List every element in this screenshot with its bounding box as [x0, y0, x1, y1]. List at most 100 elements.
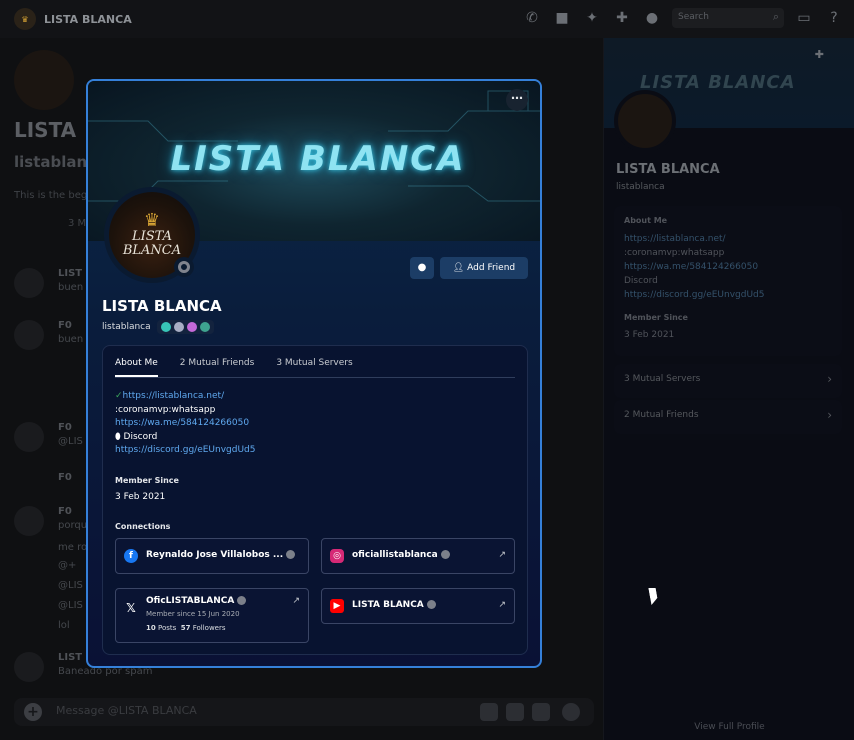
profile-tabs: About Me 2 Mutual Friends 3 Mutual Serve…: [115, 358, 515, 378]
tab-about-me[interactable]: About Me: [115, 358, 158, 377]
connection-name: OficLISTABLANCA: [146, 596, 247, 606]
discord-invite-link[interactable]: https://discord.gg/eEUnvgdUd5: [115, 444, 255, 458]
attach-plus-icon[interactable]: +: [24, 703, 42, 721]
crown-icon: ♛: [143, 210, 161, 231]
verified-icon: [440, 550, 450, 559]
message-author[interactable]: F0: [58, 320, 72, 331]
side-about-link[interactable]: https://listablanca.net/: [624, 234, 726, 244]
side-about-link[interactable]: https://discord.gg/eEUnvgdUd5: [624, 290, 764, 300]
search-placeholder: Search: [678, 12, 709, 22]
posts-label: Posts: [157, 624, 177, 632]
gift-icon[interactable]: [480, 703, 498, 721]
tab-mutual-servers[interactable]: 3 Mutual Servers: [276, 358, 352, 377]
side-about-link[interactable]: https://wa.me/584124266050: [624, 262, 758, 272]
side-username: listablanca: [616, 182, 665, 192]
add-friend-icon[interactable]: ✚: [815, 48, 824, 61]
message-author[interactable]: LIST: [58, 268, 82, 279]
external-link-icon[interactable]: ↗: [292, 596, 300, 606]
sticker-icon[interactable]: [532, 703, 550, 721]
message-author[interactable]: F0: [58, 422, 72, 433]
boost-badge-icon[interactable]: [186, 322, 197, 332]
connection-stats: 10 Posts 57 Followers: [146, 624, 226, 632]
external-link-icon[interactable]: ↗: [498, 600, 506, 610]
call-icon[interactable]: ✆: [522, 8, 542, 28]
view-full-profile-link[interactable]: View Full Profile: [604, 722, 854, 732]
connection-name-text: OficLISTABLANCA: [146, 596, 235, 606]
message-author[interactable]: LIST: [58, 652, 82, 663]
facebook-icon: f: [124, 549, 138, 563]
connection-youtube[interactable]: ▶ LISTA BLANCA ↗: [321, 588, 515, 624]
followers-label: Followers: [192, 624, 226, 632]
add-friend-button[interactable]: 👤︎ Add Friend: [440, 257, 528, 279]
about-line: :coronamvp:whatsapp: [115, 404, 216, 415]
tab-mutual-friends[interactable]: 2 Mutual Friends: [180, 358, 255, 377]
video-icon[interactable]: ■: [552, 8, 572, 28]
discord-app: ♛ LISTA BLANCA ✆ ■ ✦ ✚ ● Search ⌕ ▭ ? LIS…: [0, 0, 854, 740]
connection-member-since: Member since 15 Jun 2020: [146, 610, 240, 618]
side-display-name: LISTA BLANCA: [616, 162, 720, 177]
checkmark-icon: ✓: [115, 391, 123, 401]
inbox-icon[interactable]: ▭: [794, 8, 814, 28]
avatar[interactable]: [14, 422, 44, 452]
add-person-icon: 👤︎: [452, 263, 468, 273]
side-avatar[interactable]: [614, 90, 676, 152]
verified-icon: [237, 596, 247, 605]
search-icon: ⌕: [772, 10, 779, 23]
member-since-date: 3 Feb 2021: [115, 492, 166, 502]
search-input[interactable]: Search ⌕: [672, 8, 784, 28]
avatar[interactable]: [14, 506, 44, 536]
message-input-placeholder: Message @LISTA BLANCA: [56, 704, 197, 717]
pin-icon[interactable]: ✦: [582, 8, 602, 28]
message-author[interactable]: F0: [58, 472, 72, 483]
avatar[interactable]: [14, 268, 44, 298]
crown-icon: ♛: [21, 14, 29, 24]
side-mutual-servers-row[interactable]: 3 Mutual Servers ›: [614, 364, 842, 398]
status-indicator: [174, 257, 194, 277]
posts-count: 10: [146, 624, 156, 632]
whatsapp-link[interactable]: https://wa.me/584124266050: [115, 417, 255, 431]
connection-facebook[interactable]: f Reynaldo Jose Villalobos ...: [115, 538, 309, 574]
message-input[interactable]: + Message @LISTA BLANCA: [14, 698, 594, 726]
message-author[interactable]: F0: [58, 506, 72, 517]
connection-name-text: LISTA BLANCA: [352, 600, 424, 610]
side-mutual-friends-label: 2 Mutual Friends: [624, 410, 699, 420]
chat-bubble-icon: ●: [417, 262, 427, 273]
connection-name-text: oficiallistablanca: [352, 550, 438, 560]
emoji-icon[interactable]: [562, 703, 580, 721]
website-link[interactable]: https://listablanca.net/: [123, 391, 225, 401]
more-options-icon[interactable]: ⋯: [506, 89, 528, 111]
dm-header-name: LISTA: [14, 118, 77, 142]
connection-name: Reynaldo Jose Villalobos ...: [146, 550, 296, 560]
avatar[interactable]: [14, 320, 44, 350]
message-button[interactable]: ●: [410, 257, 434, 279]
instagram-icon: ◎: [330, 549, 344, 563]
profile-details-panel: About Me 2 Mutual Friends 3 Mutual Serve…: [102, 345, 528, 655]
banner-text: LISTA BLANCA: [170, 139, 466, 179]
quest-badge-icon[interactable]: [199, 322, 210, 332]
add-member-icon[interactable]: ✚: [612, 8, 632, 28]
dm-header-avatar: [14, 50, 74, 110]
external-link-icon[interactable]: ↗: [498, 550, 506, 560]
profile-display-name: LISTA BLANCA: [102, 297, 222, 315]
side-about-line: :coronamvp:whatsapp: [624, 248, 725, 258]
connection-instagram[interactable]: ◎ oficiallistablanca ↗: [321, 538, 515, 574]
hypesquad-badge-icon[interactable]: [160, 322, 171, 332]
profile-icon[interactable]: ●: [642, 8, 662, 28]
connection-x[interactable]: 𝕏 OficLISTABLANCA Member since 15 Jun 20…: [115, 588, 309, 643]
side-mutual-friends-row[interactable]: 2 Mutual Friends ›: [614, 400, 842, 434]
connection-name-text: Reynaldo Jose Villalobos ...: [146, 550, 284, 560]
message-text: @LIS: [58, 436, 83, 447]
avatar[interactable]: [14, 652, 44, 682]
nitro-badge-icon[interactable]: [173, 322, 184, 332]
verified-icon: [286, 550, 296, 559]
channel-title: LISTA BLANCA: [44, 12, 132, 26]
avatar-logo-line-1: LISTA: [131, 229, 173, 244]
help-icon[interactable]: ?: [824, 8, 844, 28]
about-me-text: ✓https://listablanca.net/ :coronamvp:wha…: [115, 390, 255, 458]
x-icon: 𝕏: [126, 601, 136, 615]
message-text: buen: [58, 282, 84, 293]
side-member-since-label: Member Since: [624, 313, 688, 322]
profile-modal: LISTA BLANCA ⋯ ♛ LISTA BLANCA ● 👤︎ Add F…: [86, 79, 542, 668]
gif-icon[interactable]: [506, 703, 524, 721]
discord-icon: ⬮: [115, 431, 124, 442]
